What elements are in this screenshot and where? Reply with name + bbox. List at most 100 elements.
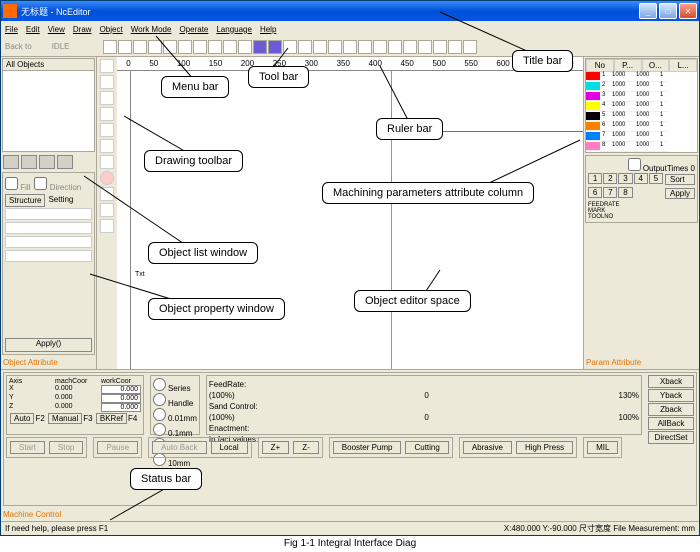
- close-button[interactable]: ✕: [679, 3, 697, 19]
- pause-button[interactable]: Pause: [97, 441, 138, 454]
- autoback-button[interactable]: Auto Back: [152, 441, 206, 454]
- menu-operate[interactable]: Operate: [179, 25, 208, 34]
- output-checkbox[interactable]: [628, 158, 641, 171]
- workcoor-z[interactable]: 0.000: [101, 403, 141, 412]
- fill-checkbox[interactable]: Fill: [5, 177, 30, 192]
- nav-prev-button[interactable]: [21, 155, 37, 169]
- num-button[interactable]: 7: [603, 187, 617, 198]
- tool-icon[interactable]: [148, 40, 162, 54]
- menu-workmode[interactable]: Work Mode: [131, 25, 172, 34]
- num-button[interactable]: 3: [618, 173, 632, 184]
- tool-icon[interactable]: [328, 40, 342, 54]
- tool-icon[interactable]: [343, 40, 357, 54]
- tool-icon[interactable]: [100, 123, 114, 137]
- num-button[interactable]: 2: [603, 173, 617, 184]
- step-radio[interactable]: Handle: [153, 393, 197, 408]
- prop-field[interactable]: [5, 222, 92, 234]
- workcoor-y[interactable]: 0.000: [101, 394, 141, 403]
- menu-help[interactable]: Help: [260, 25, 276, 34]
- allback-button[interactable]: AllBack: [648, 417, 694, 430]
- tool-icon[interactable]: [208, 40, 222, 54]
- polygon-tool-icon[interactable]: [100, 187, 114, 201]
- sort-button[interactable]: Sort: [665, 174, 695, 185]
- step-radio[interactable]: Series: [153, 378, 197, 393]
- tool-icon[interactable]: [358, 40, 372, 54]
- prop-field[interactable]: [5, 250, 92, 262]
- param-row[interactable]: 7100010001: [586, 132, 697, 142]
- booster-button[interactable]: Booster Pump: [333, 441, 402, 454]
- menu-language[interactable]: Language: [216, 25, 252, 34]
- step-radio[interactable]: 0.1mm: [153, 423, 197, 438]
- tool-icon[interactable]: [238, 40, 252, 54]
- curve-tool-icon[interactable]: [100, 91, 114, 105]
- tool-icon[interactable]: [103, 40, 117, 54]
- prop-field[interactable]: [5, 236, 92, 248]
- start-button[interactable]: Start: [10, 441, 45, 454]
- manual-button[interactable]: Manual: [48, 413, 82, 424]
- param-row[interactable]: 6100010001: [586, 122, 697, 132]
- menu-edit[interactable]: Edit: [26, 25, 40, 34]
- tool-icon[interactable]: [448, 40, 462, 54]
- param-row[interactable]: 5100010001: [586, 112, 697, 122]
- tool-icon[interactable]: [193, 40, 207, 54]
- param-row[interactable]: 1100010001: [586, 72, 697, 82]
- zback-button[interactable]: Zback: [648, 403, 694, 416]
- tool-icon[interactable]: [100, 107, 114, 121]
- maximize-button[interactable]: □: [659, 3, 677, 19]
- num-button[interactable]: 8: [618, 187, 632, 198]
- tool-icon[interactable]: [283, 40, 297, 54]
- param-row[interactable]: 4100010001: [586, 102, 697, 112]
- yback-button[interactable]: Yback: [648, 389, 694, 402]
- tool-icon[interactable]: [100, 139, 114, 153]
- tool-icon[interactable]: [118, 40, 132, 54]
- param-row[interactable]: 2100010001: [586, 82, 697, 92]
- tool-icon[interactable]: [178, 40, 192, 54]
- mil-button[interactable]: MIL: [587, 441, 618, 454]
- line-tool-icon[interactable]: [100, 75, 114, 89]
- object-editor-space[interactable]: Txt: [131, 71, 583, 369]
- tool-icon[interactable]: [388, 40, 402, 54]
- menu-draw[interactable]: Draw: [73, 25, 92, 34]
- workcoor-x[interactable]: 0.000: [101, 385, 141, 394]
- tab-structure[interactable]: Structure: [5, 194, 45, 207]
- auto-button[interactable]: Auto: [10, 413, 34, 424]
- tool-icon[interactable]: [223, 40, 237, 54]
- stop-button[interactable]: Stop: [49, 441, 83, 454]
- nav-first-button[interactable]: [3, 155, 19, 169]
- ellipse-tool-icon[interactable]: [100, 171, 114, 185]
- bkref-button[interactable]: BKRef: [96, 413, 127, 424]
- tool-icon[interactable]: [403, 40, 417, 54]
- direction-checkbox[interactable]: Direction: [34, 177, 81, 192]
- tool-icon[interactable]: [268, 40, 282, 54]
- local-button[interactable]: Local: [211, 441, 248, 454]
- num-button[interactable]: 4: [634, 173, 648, 184]
- param-row[interactable]: 8100010001: [586, 142, 697, 152]
- tool-icon[interactable]: [163, 40, 177, 54]
- num-button[interactable]: 6: [588, 187, 602, 198]
- select-tool-icon[interactable]: [100, 59, 114, 73]
- nav-last-button[interactable]: [57, 155, 73, 169]
- abrasive-button[interactable]: Abrasive: [463, 441, 512, 454]
- num-button[interactable]: 5: [649, 173, 663, 184]
- step-radio[interactable]: 0.01mm: [153, 408, 197, 423]
- tool-icon[interactable]: [133, 40, 147, 54]
- object-list-tab[interactable]: All Objects: [3, 59, 94, 71]
- tool-icon[interactable]: [253, 40, 267, 54]
- apply-button[interactable]: Apply: [665, 188, 695, 199]
- menu-view[interactable]: View: [48, 25, 65, 34]
- z-minus-button[interactable]: Z-: [293, 441, 319, 454]
- rect-tool-icon[interactable]: [100, 155, 114, 169]
- text-tool-icon[interactable]: [100, 219, 114, 233]
- xback-button[interactable]: Xback: [648, 375, 694, 388]
- menu-object[interactable]: Object: [100, 25, 123, 34]
- apply-button[interactable]: Apply(): [5, 338, 92, 352]
- minimize-button[interactable]: _: [639, 3, 657, 19]
- prop-field[interactable]: [5, 208, 92, 220]
- tool-icon[interactable]: [433, 40, 447, 54]
- tool-icon[interactable]: [313, 40, 327, 54]
- cutting-button[interactable]: Cutting: [405, 441, 448, 454]
- star-tool-icon[interactable]: [100, 203, 114, 217]
- menu-file[interactable]: File: [5, 25, 18, 34]
- tool-icon[interactable]: [418, 40, 432, 54]
- num-button[interactable]: 1: [588, 173, 602, 184]
